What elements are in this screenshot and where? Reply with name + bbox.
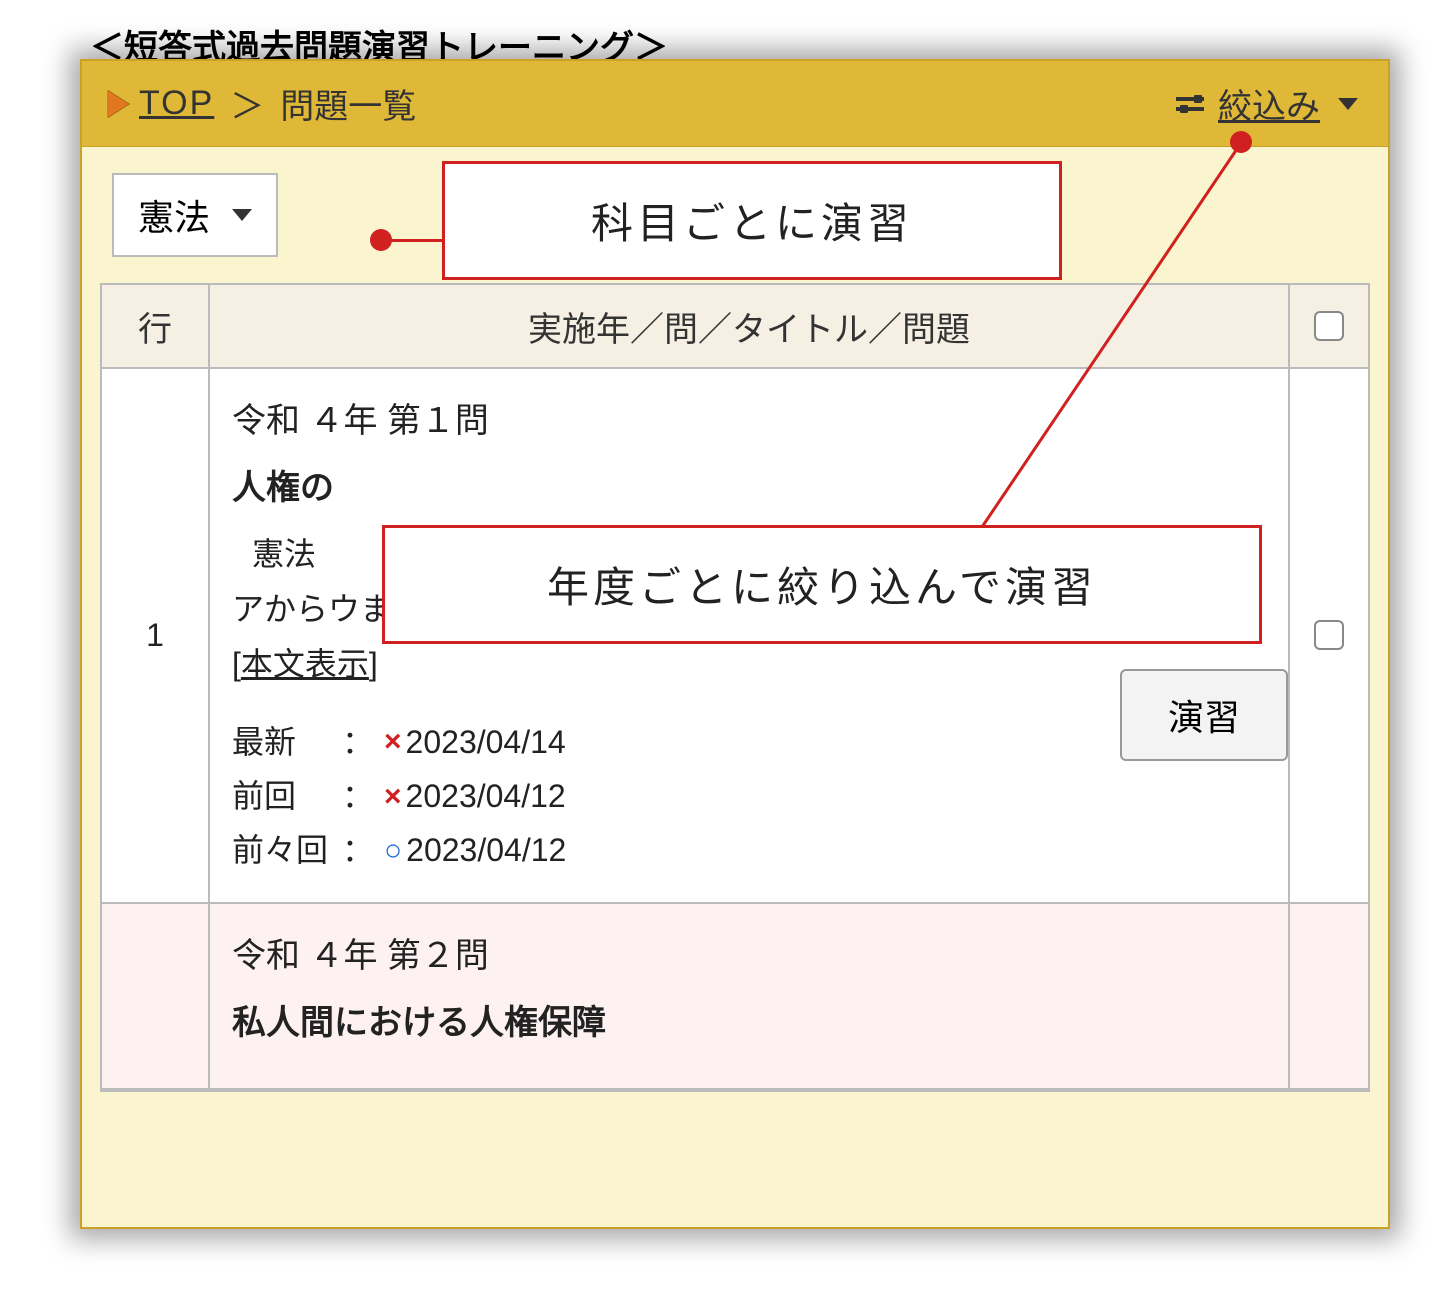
- main-panel: TOP ＞ 問題一覧 絞込み 憲法 行 実施年／問／タイトル／: [80, 59, 1390, 1229]
- breadcrumb-separator: ＞: [230, 79, 264, 128]
- x-icon: ×: [384, 716, 402, 767]
- sliders-icon: [1176, 97, 1204, 111]
- history-prev2-date: 2023/04/12: [406, 823, 566, 877]
- history-prev-date: 2023/04/12: [406, 769, 566, 823]
- callout-year: 年度ごとに絞り込んで演習: [382, 525, 1262, 644]
- history-prev-label: 前回: [232, 769, 342, 823]
- th-main: 実施年／問／タイトル／問題: [210, 285, 1290, 367]
- x-icon: ×: [384, 771, 402, 822]
- th-row: 行: [102, 285, 210, 367]
- question-table: 行 実施年／問／タイトル／問題 1 令和 ４年 第１問 人権の 憲法 アからウま…: [100, 283, 1370, 1092]
- annotation-dot: [370, 229, 392, 251]
- table-header: 行 実施年／問／タイトル／問題: [102, 285, 1368, 369]
- breadcrumb: TOP ＞ 問題一覧: [107, 79, 416, 128]
- callout-subject: 科目ごとに演習: [442, 161, 1062, 280]
- question-year: 令和 ４年 第１問: [232, 393, 1266, 442]
- caret-down-icon: [232, 209, 252, 221]
- row-checkbox[interactable]: [1314, 620, 1344, 650]
- exercise-button[interactable]: 演習: [1120, 669, 1288, 761]
- history-latest-label: 最新: [232, 715, 342, 769]
- cell-rownum: 1: [102, 369, 210, 902]
- history-block: 最新 ： × 2023/04/14 前回 ： × 2023/04/12: [232, 715, 1266, 878]
- subject-dropdown[interactable]: 憲法: [112, 173, 278, 257]
- show-body-wrap: [本文表示]: [232, 639, 1266, 690]
- th-checkbox: [1290, 285, 1368, 367]
- filter-label: 絞込み: [1218, 79, 1320, 128]
- question-title: 人権の: [232, 460, 1266, 509]
- show-body-link[interactable]: 本文表示: [241, 646, 369, 682]
- circle-icon: ○: [384, 825, 402, 876]
- play-icon: [107, 90, 129, 118]
- table-row: 令和 ４年 第２問 私人間における人権保障: [102, 904, 1368, 1090]
- select-all-checkbox[interactable]: [1314, 311, 1344, 341]
- cell-checkbox: [1290, 369, 1368, 902]
- breadcrumb-top-link[interactable]: TOP: [139, 84, 214, 123]
- question-title: 私人間における人権保障: [232, 995, 1266, 1044]
- subject-selected: 憲法: [138, 189, 210, 241]
- caret-down-icon: [1338, 98, 1358, 110]
- cell-checkbox: [1290, 904, 1368, 1088]
- history-prev2-label: 前々回: [232, 823, 342, 877]
- cell-main: 令和 ４年 第２問 私人間における人権保障: [210, 904, 1290, 1088]
- breadcrumb-current: 問題一覧: [280, 79, 416, 128]
- history-latest-date: 2023/04/14: [406, 715, 566, 769]
- question-year: 令和 ４年 第２問: [232, 928, 1266, 977]
- topbar: TOP ＞ 問題一覧 絞込み: [82, 61, 1388, 147]
- annotation-dot: [1230, 131, 1252, 153]
- filter-button[interactable]: 絞込み: [1176, 79, 1358, 128]
- cell-rownum: [102, 904, 210, 1088]
